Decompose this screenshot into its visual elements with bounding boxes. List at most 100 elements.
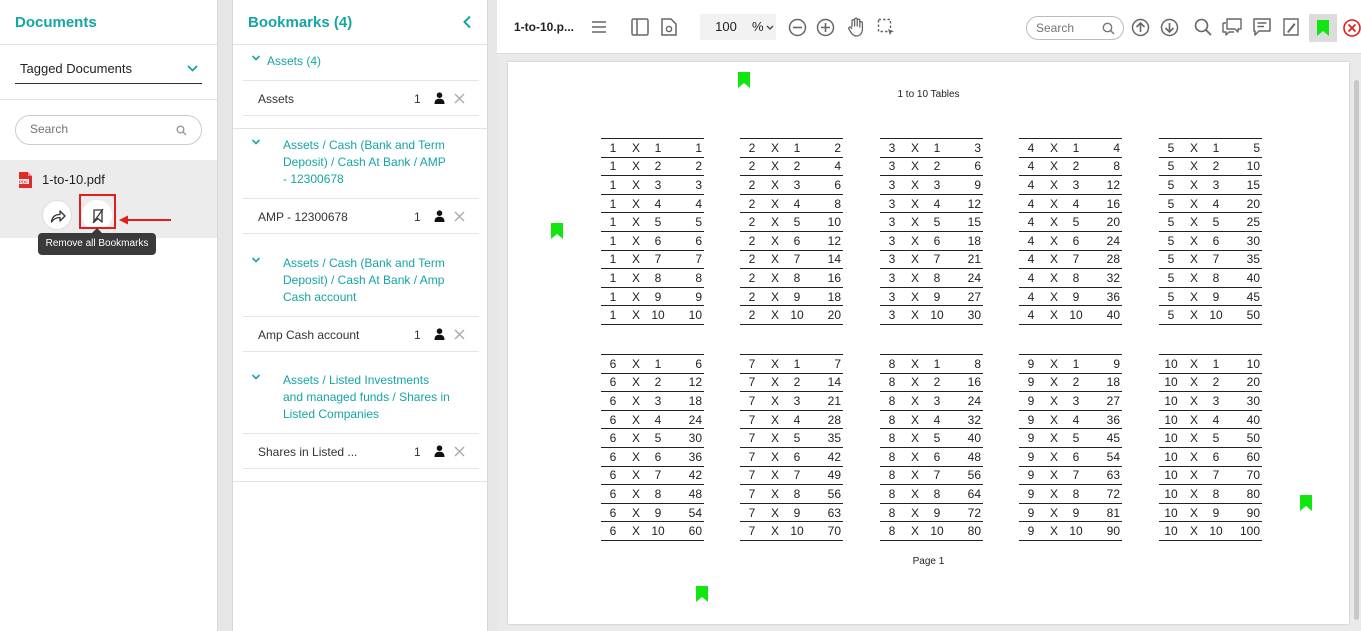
viewer-search-input[interactable] xyxy=(1036,21,1100,35)
table-multiplier: 6 xyxy=(1065,447,1087,467)
table-multiplier: 2 xyxy=(647,157,669,177)
bookmark-item[interactable]: Assets 1 xyxy=(243,80,479,116)
next-result-icon[interactable] xyxy=(1160,18,1179,37)
table-base: 3 xyxy=(880,212,904,232)
search-icon[interactable] xyxy=(1194,18,1212,36)
sidebar-toggle-icon[interactable] xyxy=(631,18,649,36)
close-icon[interactable] xyxy=(454,93,465,104)
close-icon[interactable] xyxy=(454,446,465,457)
document-search[interactable] xyxy=(15,115,202,145)
table-base: 8 xyxy=(880,354,904,374)
table-row: 9 X 9 81 xyxy=(1019,503,1122,523)
signature-icon[interactable] xyxy=(1283,18,1299,36)
table-row: 6 X 10 60 xyxy=(601,521,704,541)
table-multiplier: 9 xyxy=(786,287,808,307)
table-product: 1 xyxy=(669,138,704,158)
table-row: 7 X 2 14 xyxy=(740,373,843,393)
table-operator: X xyxy=(764,250,786,270)
bookmark-count: 1 xyxy=(414,210,421,224)
table-multiplier: 5 xyxy=(1065,212,1087,232)
share-button[interactable] xyxy=(42,200,72,230)
table-product: 14 xyxy=(808,373,843,393)
table-multiplier: 4 xyxy=(1065,194,1087,214)
table-product: 16 xyxy=(1087,194,1122,214)
close-icon[interactable] xyxy=(454,329,465,340)
table-product: 24 xyxy=(948,268,983,288)
menu-icon[interactable] xyxy=(591,20,607,34)
table-product: 70 xyxy=(1227,466,1262,486)
zoom-in-icon[interactable] xyxy=(816,18,835,37)
table-operator: X xyxy=(904,287,926,307)
table-row: 10 X 5 50 xyxy=(1159,428,1262,448)
table-multiplier: 8 xyxy=(786,268,808,288)
table-base: 5 xyxy=(1159,157,1183,177)
table-multiplier: 10 xyxy=(1205,521,1227,541)
table-row: 1X99 xyxy=(601,287,704,307)
zoom-out-icon[interactable] xyxy=(788,18,807,37)
document-search-input[interactable] xyxy=(30,122,170,136)
table-multiplier: 3 xyxy=(926,175,948,195)
close-icon[interactable] xyxy=(454,211,465,222)
bookmark-item[interactable]: Shares in Listed ... 1 xyxy=(243,433,479,469)
table-multiplier: 3 xyxy=(647,175,669,195)
document-tab[interactable]: 1-to-10.p... xyxy=(514,20,574,34)
documents-panel: Documents Tagged Documents PDF 1-to-10.p… xyxy=(0,0,218,631)
table-operator: X xyxy=(625,305,647,325)
table-multiplier: 3 xyxy=(786,175,808,195)
table-product: 8 xyxy=(948,354,983,374)
table-operator: X xyxy=(1183,428,1205,448)
vertical-scrollbar[interactable] xyxy=(1354,80,1359,620)
bookmark-flag-icon[interactable] xyxy=(551,223,563,239)
bookmark-flag-icon[interactable] xyxy=(1300,495,1312,511)
table-product: 7 xyxy=(669,250,704,270)
bookmarks-toggle-button[interactable] xyxy=(1309,14,1337,42)
pdf-file-icon: PDF xyxy=(18,172,32,188)
table-multiplier: 8 xyxy=(926,484,948,504)
bookmark-group-header[interactable]: Assets / Cash (Bank and Term Deposit) / … xyxy=(251,137,447,188)
bookmark-flag-icon[interactable] xyxy=(696,586,708,602)
comment-icon[interactable] xyxy=(1253,18,1271,36)
table-base: 9 xyxy=(1019,373,1043,393)
table-base: 9 xyxy=(1019,447,1043,467)
table-product: 6 xyxy=(808,175,843,195)
selection-tool-icon[interactable] xyxy=(877,18,895,36)
bookmark-group-header[interactable]: Assets (4) xyxy=(251,53,467,70)
table-product: 60 xyxy=(1227,447,1262,467)
table-product: 36 xyxy=(1087,287,1122,307)
document-settings-icon[interactable] xyxy=(661,18,677,36)
table-multiplier: 3 xyxy=(926,391,948,411)
times-table-10: 10 X 1 10 10 X 2 20 10 X 3 30 10 X 4 40 10 X 5 50 10 X 6 60 10 X 7… xyxy=(1159,354,1262,541)
table-row: 3 X 4 12 xyxy=(880,194,983,214)
zoom-unit-dropdown[interactable]: % xyxy=(752,14,776,40)
times-table-3: 3 X 1 3 3 X 2 6 3 X 3 9 3 X 4 12 3 X 5 15 3 X 6 18 3 X 7 21 3 X 8 24 3 X 9… xyxy=(880,138,983,325)
table-multiplier: 7 xyxy=(1065,250,1087,270)
table-base: 10 xyxy=(1159,447,1183,467)
document-filter-dropdown[interactable]: Tagged Documents xyxy=(15,56,202,84)
table-multiplier: 5 xyxy=(1205,212,1227,232)
viewer-search[interactable] xyxy=(1026,16,1124,40)
table-base: 4 xyxy=(1019,175,1043,195)
close-viewer-icon[interactable] xyxy=(1343,19,1361,37)
collapse-panel-icon[interactable] xyxy=(462,15,472,29)
table-row: 8X18 xyxy=(880,354,983,374)
table-multiplier: 10 xyxy=(786,305,808,325)
bookmark-group-header[interactable]: Assets / Listed Investments and managed … xyxy=(251,372,451,423)
table-multiplier: 2 xyxy=(647,373,669,393)
previous-result-icon[interactable] xyxy=(1131,18,1150,37)
pdf-page[interactable]: 1 to 10 Tables 1X111X221X331X441X551X661… xyxy=(508,62,1349,624)
bookmark-item[interactable]: AMP - 12300678 1 xyxy=(243,198,479,234)
zoom-input[interactable]: 100 xyxy=(700,14,752,40)
comments-panel-icon[interactable] xyxy=(1222,18,1242,36)
table-base: 9 xyxy=(1019,391,1043,411)
table-multiplier: 3 xyxy=(1205,175,1227,195)
table-operator: X xyxy=(904,503,926,523)
table-base: 3 xyxy=(880,305,904,325)
pan-tool-icon[interactable] xyxy=(847,17,866,37)
bookmark-item[interactable]: Amp Cash account 1 xyxy=(243,316,479,352)
table-base: 5 xyxy=(1159,231,1183,251)
table-product: 50 xyxy=(1227,305,1262,325)
table-multiplier: 4 xyxy=(1065,410,1087,430)
bookmark-flag-icon[interactable] xyxy=(738,72,750,88)
table-product: 24 xyxy=(669,410,704,430)
bookmark-group-header[interactable]: Assets / Cash (Bank and Term Deposit) / … xyxy=(251,255,447,306)
